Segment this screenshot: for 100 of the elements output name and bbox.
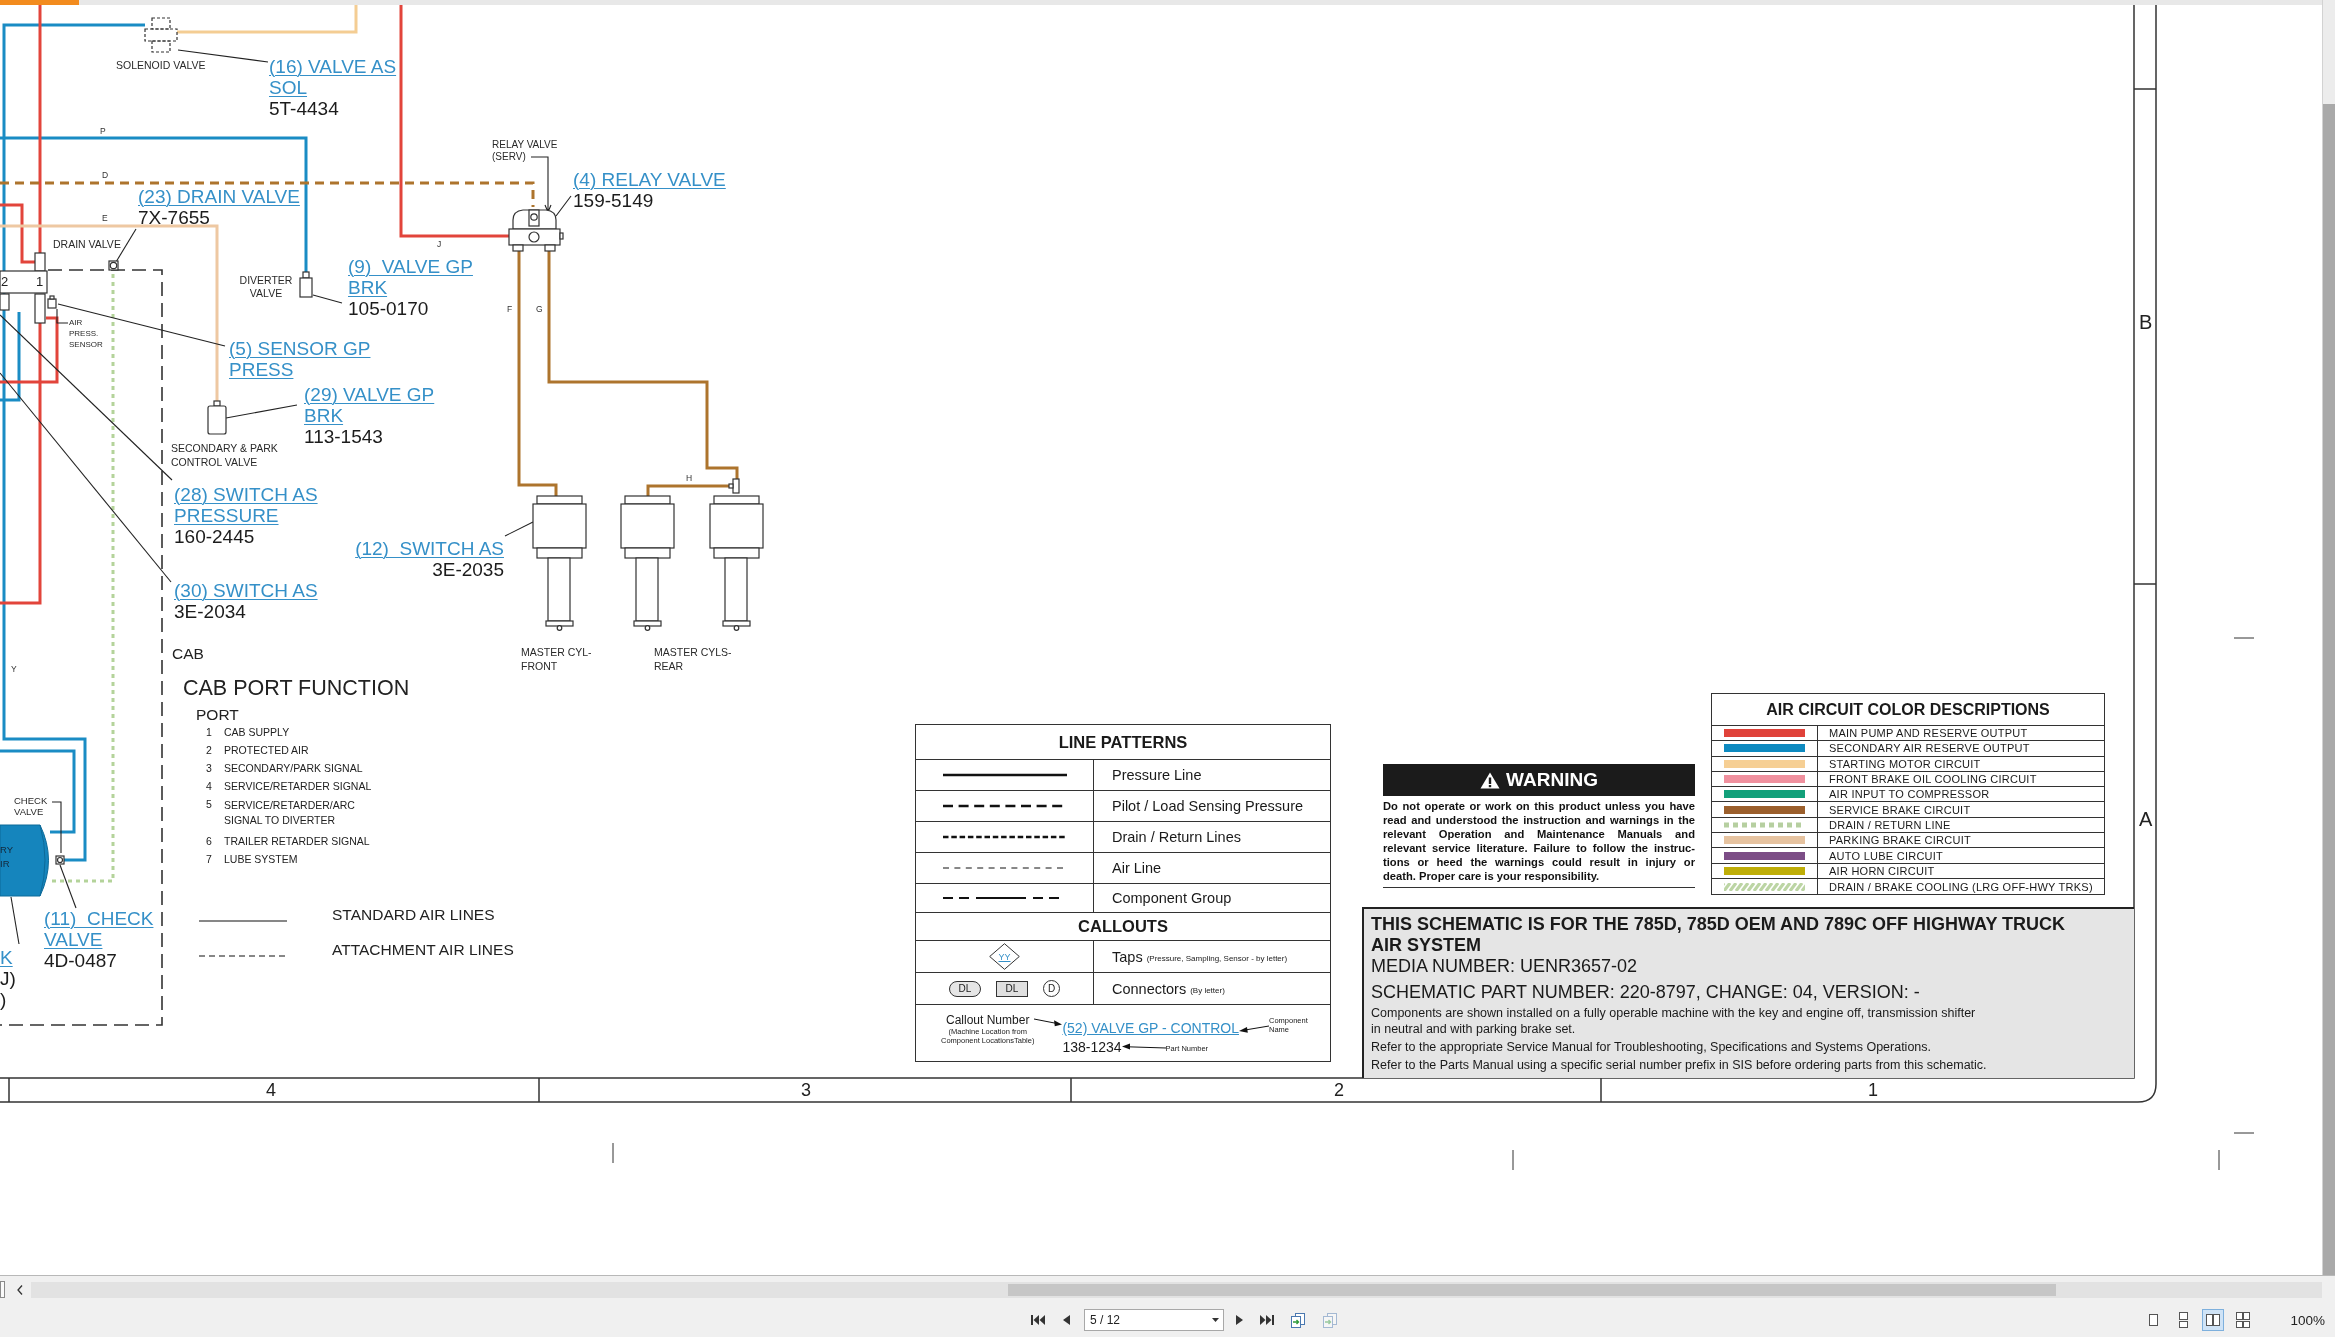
port-function: SERVICE/RETARDER SIGNAL <box>224 780 372 793</box>
schematic-title: THIS SCHEMATIC IS FOR THE 785D, 785D OEM AND 789C OFF HIGHWAY TRUCK AIR SYSTEM <box>1371 914 2066 956</box>
zone-letter: A <box>2139 808 2153 830</box>
pane-splitter[interactable] <box>0 1281 5 1298</box>
legend-label: ATTACHMENT AIR LINES <box>332 940 514 959</box>
legend-label: SERVICE BRAKE CIRCUIT <box>1829 803 1971 816</box>
pressure-sensor-icon <box>47 295 57 309</box>
callout-link[interactable]: (5) SENSOR GP PRESS <box>229 338 371 380</box>
row-label: Connectors <box>1112 980 1187 997</box>
port-function: LUBE SYSTEM <box>224 853 298 866</box>
part-number: 159-5149 <box>573 190 654 211</box>
dropdown-caret-icon <box>1212 1318 1219 1322</box>
line-letter: D <box>102 170 109 180</box>
column-heading: PORT <box>196 706 239 724</box>
scrollbar-thumb[interactable] <box>2323 104 2335 1275</box>
component-label: AIR PRESS. SENSOR <box>69 317 103 350</box>
media-number: MEDIA NUMBER: UENR3657-02 <box>1371 956 1638 977</box>
schematic-note: Refer to the Parts Manual using a specific serial number prefix in SIS before ordering parts from this schematic. <box>1371 1057 1987 1073</box>
zone-letter: B <box>2139 311 2153 333</box>
legend-label: PARKING BRAKE CIRCUIT <box>1829 834 1971 847</box>
scroll-left-icon[interactable] <box>17 1284 23 1295</box>
part-number: 4D-0487 <box>44 950 117 971</box>
callout-link[interactable]: (28) SWITCH AS PRESSURE <box>174 484 318 526</box>
callout-link[interactable]: (4) RELAY VALVE <box>573 169 726 190</box>
port-function: PROTECTED AIR <box>224 744 309 757</box>
line-letter: J <box>437 239 442 249</box>
callout-link[interactable]: (29) VALVE GP BRK <box>304 384 435 426</box>
callout-link[interactable]: (11) CHECK VALVE <box>44 908 154 950</box>
legend-label: STANDARD AIR LINES <box>332 905 496 924</box>
horizontal-scrollbar[interactable] <box>31 1281 2322 1298</box>
warning-title: WARNING <box>1506 769 1598 791</box>
port-number: 4 <box>205 780 213 793</box>
vertical-scrollbar[interactable] <box>2322 0 2335 1275</box>
table-title: CALLOUTS <box>1078 917 1168 936</box>
component-label: RY IR <box>0 843 14 871</box>
port-number: 7 <box>205 853 213 866</box>
line-letter: G <box>536 304 543 314</box>
component-label: MASTER CYL- FRONT <box>521 645 592 673</box>
callout-link[interactable]: (9) VALVE GP BRK <box>348 256 473 298</box>
callout-link[interactable]: (16) VALVE AS SOL <box>269 56 397 98</box>
row-note: (Pressure, Sampling, Sensor - by letter) <box>1146 954 1288 963</box>
line-letter: P <box>100 126 106 136</box>
callout-link[interactable]: (23) DRAIN VALVE <box>138 186 300 207</box>
table-title: AIR CIRCUIT COLOR DESCRIPTIONS <box>1766 700 2050 719</box>
page-number-field[interactable]: 5 / 12 <box>1084 1309 1224 1331</box>
legend-label: SECONDARY AIR RESERVE OUTPUT <box>1829 742 2030 755</box>
line-letter: H <box>686 473 693 483</box>
scrollbar-thumb[interactable] <box>1008 1283 2056 1296</box>
part-number: 3E-2034 <box>174 601 246 622</box>
zoom-level[interactable]: 100% <box>2290 1312 2325 1328</box>
schematic-note: Components are shown installed on a fully operable machine with the key and engine off, transmission shifter in neutral and with parking brake set. <box>1371 1005 1976 1037</box>
component-label: RELAY VALVE (SERV) <box>492 139 558 163</box>
legend-label: AUTO LUBE CIRCUIT <box>1829 849 1944 862</box>
legend-label: STARTING MOTOR CIRCUIT <box>1829 757 1981 770</box>
callout-link[interactable]: (30) SWITCH AS <box>174 580 318 601</box>
line-letter: Y <box>11 664 17 674</box>
legend-label: DRAIN / RETURN LINE <box>1829 818 1951 831</box>
component-label: MASTER CYLS- REAR <box>654 645 732 673</box>
pointer-arrow <box>1121 1043 1166 1051</box>
dotted-line-icon <box>942 834 1067 840</box>
leader-line <box>51 801 62 854</box>
component-label: DRAIN VALVE <box>53 238 121 250</box>
port-function: CAB SUPPLY <box>224 726 290 739</box>
legend-label: MAIN PUMP AND RESERVE OUTPUT <box>1829 727 2028 740</box>
legend-label: AIR INPUT TO COMPRESSOR <box>1829 788 1990 801</box>
warning-icon <box>1480 771 1501 789</box>
previous-page-icon <box>1062 1314 1070 1326</box>
part-number: 113-1543 <box>304 426 383 447</box>
part-number: 138-1234 <box>1062 1039 1122 1055</box>
schematic-part-number: SCHEMATIC PART NUMBER: 220-8797, CHANGE: 04, VERSION: - <box>1371 982 1920 1003</box>
connector-symbol: D <box>1043 980 1060 997</box>
view-mode-button[interactable] <box>2202 1309 2225 1331</box>
area-label: CAB <box>172 645 204 663</box>
part-number: 105-0170 <box>348 298 429 319</box>
port-number: 2 <box>205 744 213 757</box>
drain-valve-icon <box>108 260 119 271</box>
pointer-arrow <box>1034 1017 1063 1027</box>
pages-icon <box>1290 1312 1306 1328</box>
callout-link[interactable]: (52) VALVE GP - CONTROL <box>1062 1020 1239 1037</box>
port-function: SERVICE/RETARDER/ARC SIGNAL TO DIVERTER <box>224 798 355 827</box>
leader-line <box>555 195 572 217</box>
section-title: CAB PORT FUNCTION <box>183 675 410 701</box>
port-number: 5 <box>205 798 213 812</box>
row-label: Taps <box>1112 948 1143 965</box>
zone-number: 1 <box>1868 1080 1878 1100</box>
callout-text: J) ) <box>0 968 16 1010</box>
dashed-line-icon <box>199 952 287 959</box>
line-letter: E <box>102 213 108 223</box>
leader-line <box>504 521 534 537</box>
part-number: 7X-7655 <box>138 207 210 228</box>
warning-text: Do not operate or work on this product unless you have read and understood the instruction and warnings in the relevant Operation and Maintenance Manuals and relevant service literature. Failure to follow the instruc- tions or heed the warnings could result in injury or death. Proper care is your responsibility. <box>1383 796 1695 888</box>
callout-link[interactable]: K <box>0 947 13 968</box>
leader-line <box>59 864 77 909</box>
zone-number: 2 <box>1334 1080 1344 1100</box>
callout-link[interactable]: (12) SWITCH AS <box>355 538 504 559</box>
table-title: LINE PATTERNS <box>1058 732 1188 752</box>
two-page-icon <box>2205 1312 2222 1328</box>
port-number: 1 <box>36 274 44 289</box>
pages-icon <box>1322 1312 1338 1328</box>
connector-symbol: DL <box>949 980 981 997</box>
